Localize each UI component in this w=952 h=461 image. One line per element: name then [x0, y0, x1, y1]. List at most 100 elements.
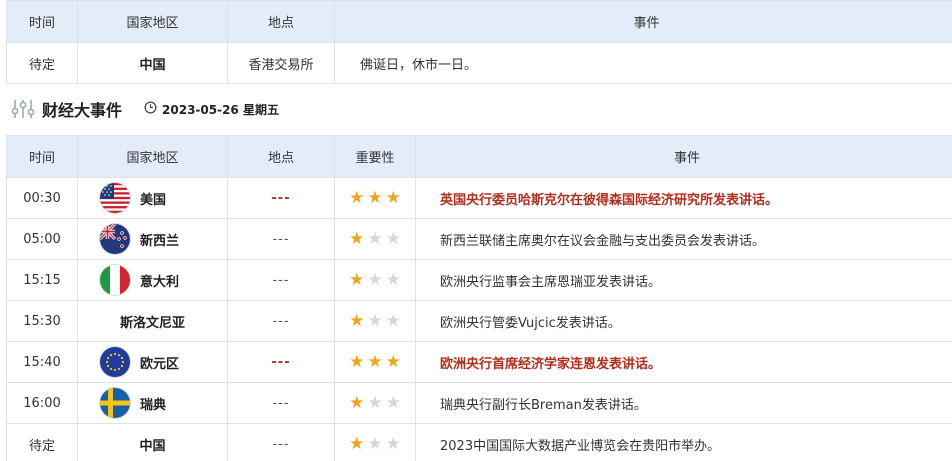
- sliders-icon: [10, 98, 36, 120]
- region-name: 瑞典: [140, 397, 167, 413]
- table-row: 15:30 斯洛文尼亚 --- ★ ★ ★ 欧洲央行管委Vujcic发表讲话。: [6, 300, 952, 342]
- importance-stars: ★ ★ ★: [349, 351, 401, 372]
- row-region: 欧元区: [77, 341, 228, 383]
- section-title: 财经大事件: [42, 101, 123, 120]
- table-row: 待定 中国 --- ★ ★ ★ 2023中国国际大数据产业博览会在贵阳市举办。: [6, 423, 952, 461]
- eu-flag-icon: [100, 347, 130, 377]
- row-location: 香港交易所: [227, 42, 335, 84]
- row-event: 欧洲央行首席经济学家连恩发表讲话。: [415, 341, 952, 383]
- header-time: 时间: [6, 135, 78, 178]
- header-region: 国家地区: [77, 135, 228, 178]
- events-header-row: 时间 国家地区 地点 重要性 事件: [6, 135, 952, 178]
- importance-stars: ★ ★ ★: [349, 187, 401, 208]
- section-date: 2023-05-26 星期五: [162, 102, 279, 117]
- star-icon: ★: [349, 310, 365, 331]
- holiday-header-row: 时间 国家地区 地点 事件: [6, 0, 952, 43]
- row-event: 欧洲央行监事会主席恩瑞亚发表讲话。: [415, 259, 952, 301]
- table-row: 00:30 美国 --- ★ ★ ★ 英国央行委员哈斯克尔在彼得森国际经济研究所发表讲话。: [6, 177, 952, 219]
- importance-stars: ★ ★ ★: [349, 433, 401, 454]
- row-time: 待定: [6, 42, 78, 84]
- row-importance: ★ ★ ★: [334, 300, 416, 342]
- row-region: 新西兰: [77, 218, 228, 260]
- star-icon: ★: [367, 187, 383, 208]
- star-icon: ★: [367, 310, 383, 331]
- events-table: 时间 国家地区 地点 重要性 事件 00:30 美国 --- ★ ★ ★ 英国央行委员哈斯克…: [6, 135, 952, 461]
- importance-stars: ★ ★ ★: [349, 310, 401, 331]
- row-importance: ★ ★ ★: [334, 382, 416, 424]
- region-name: 意大利: [140, 274, 180, 290]
- row-event: 瑞典央行副行长Breman发表讲话。: [415, 382, 952, 424]
- star-icon: ★: [385, 433, 401, 454]
- clock-icon: [144, 101, 157, 117]
- star-icon: ★: [385, 269, 401, 290]
- table-row: 15:40 欧元区 --- ★ ★ ★ 欧洲央行首席经济学家连恩发表讲话。: [6, 341, 952, 383]
- star-icon: ★: [367, 433, 383, 454]
- row-region: 斯洛文尼亚: [77, 300, 228, 342]
- us-flag-icon: [100, 183, 130, 213]
- star-icon: ★: [385, 228, 401, 249]
- row-location: ---: [227, 218, 335, 260]
- star-icon: ★: [367, 351, 383, 372]
- it-flag-icon: [100, 265, 130, 295]
- star-icon: ★: [367, 269, 383, 290]
- row-time: 00:30: [6, 177, 78, 219]
- section-header: 财经大事件 2023-05-26 星期五: [10, 92, 279, 126]
- star-icon: ★: [349, 269, 365, 290]
- star-icon: ★: [385, 187, 401, 208]
- star-icon: ★: [385, 351, 401, 372]
- star-icon: ★: [385, 310, 401, 331]
- row-time: 05:00: [6, 218, 78, 260]
- star-icon: ★: [349, 433, 365, 454]
- row-region: 意大利: [77, 259, 228, 301]
- row-location: ---: [227, 177, 335, 219]
- region-name: 欧元区: [140, 356, 180, 372]
- row-location: ---: [227, 341, 335, 383]
- table-row: 15:15 意大利 --- ★ ★ ★ 欧洲央行监事会主席恩瑞亚发表讲话。: [6, 259, 952, 301]
- row-importance: ★ ★ ★: [334, 259, 416, 301]
- star-icon: ★: [349, 228, 365, 249]
- se-flag-icon: [100, 388, 130, 418]
- row-event: 欧洲央行管委Vujcic发表讲话。: [415, 300, 952, 342]
- table-row: 16:00 瑞典 --- ★ ★ ★ 瑞典央行副行长Breman发表讲话。: [6, 382, 952, 424]
- row-location: ---: [227, 259, 335, 301]
- star-icon: ★: [367, 228, 383, 249]
- star-icon: ★: [349, 187, 365, 208]
- row-event: 2023中国国际大数据产业博览会在贵阳市举办。: [415, 423, 952, 461]
- row-location: ---: [227, 423, 335, 461]
- row-time: 15:30: [6, 300, 78, 342]
- row-event: 新西兰联储主席奥尔在议会金融与支出委员会发表讲话。: [415, 218, 952, 260]
- row-time: 15:40: [6, 341, 78, 383]
- row-event: 英国央行委员哈斯克尔在彼得森国际经济研究所发表讲话。: [415, 177, 952, 219]
- header-event: 事件: [334, 0, 952, 43]
- row-importance: ★ ★ ★: [334, 177, 416, 219]
- table-row: 05:00 新西兰 --- ★ ★ ★ 新西兰联储主席奥尔在议会金融与支出委员会发表讲话。: [6, 218, 952, 260]
- table-row: 待定 中国 香港交易所 佛诞日，休市一日。: [6, 42, 952, 84]
- importance-stars: ★ ★ ★: [349, 269, 401, 290]
- row-region: 美国: [77, 177, 228, 219]
- row-location: ---: [227, 300, 335, 342]
- row-time: 16:00: [6, 382, 78, 424]
- row-region: 瑞典: [77, 382, 228, 424]
- row-time: 15:15: [6, 259, 78, 301]
- star-icon: ★: [349, 392, 365, 413]
- row-region: 中国: [77, 423, 228, 461]
- header-region: 国家地区: [77, 0, 228, 43]
- holiday-table: 时间 国家地区 地点 事件 待定 中国 香港交易所 佛诞日，休市一日。: [6, 0, 952, 84]
- region-name: 美国: [140, 192, 167, 208]
- nz-flag-icon: [100, 224, 130, 254]
- row-event: 佛诞日，休市一日。: [334, 42, 952, 84]
- row-importance: ★ ★ ★: [334, 218, 416, 260]
- star-icon: ★: [349, 351, 365, 372]
- header-time: 时间: [6, 0, 78, 43]
- header-location: 地点: [227, 135, 335, 178]
- header-importance: 重要性: [334, 135, 416, 178]
- row-importance: ★ ★ ★: [334, 423, 416, 461]
- star-icon: ★: [367, 392, 383, 413]
- row-location: ---: [227, 382, 335, 424]
- star-icon: ★: [385, 392, 401, 413]
- region-name: 新西兰: [140, 233, 180, 249]
- row-time: 待定: [6, 423, 78, 461]
- header-location: 地点: [227, 0, 335, 43]
- row-importance: ★ ★ ★: [334, 341, 416, 383]
- importance-stars: ★ ★ ★: [349, 228, 401, 249]
